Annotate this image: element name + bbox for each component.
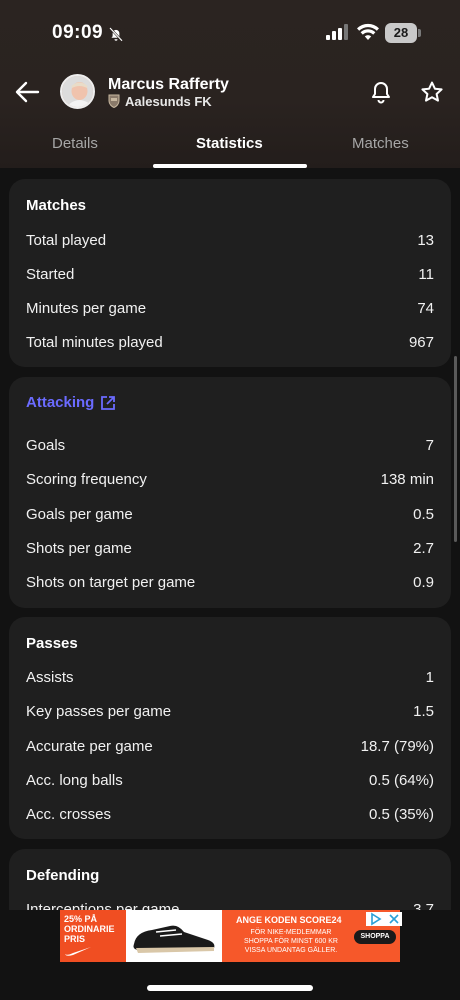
stat-label: Assists	[26, 669, 74, 686]
stat-row: Accurate per game 18.7 (79%)	[26, 738, 434, 758]
club-name: Aalesunds FK	[125, 93, 212, 109]
player-name: Marcus Rafferty	[108, 76, 229, 93]
stat-value: 13	[417, 232, 434, 249]
notification-bell-icon[interactable]	[370, 80, 392, 104]
stat-value: 1.5	[413, 703, 434, 720]
stat-value: 0.5	[413, 506, 434, 523]
stat-value: 0.5 (35%)	[368, 806, 434, 823]
stat-value: 2.7	[413, 540, 434, 557]
stat-row: Started 11	[26, 266, 434, 286]
ad-headline: ANGE KODEN SCORE24	[236, 915, 342, 925]
profile-tabs: Details Statistics Matches	[0, 126, 460, 168]
ad-choices-icon	[371, 912, 399, 926]
active-tab-indicator	[153, 164, 307, 168]
ad-promo-panel: 25% PÅ ORDINARIE PRIS	[60, 910, 126, 962]
passes-card: Passes Assists 1 Key passes per game 1.5…	[9, 617, 451, 839]
stat-row: Total minutes played 967	[26, 334, 434, 354]
defending-title: Defending	[26, 867, 100, 884]
battery-tip	[418, 29, 421, 37]
stat-label: Total played	[26, 232, 107, 249]
brand-swoosh-icon	[65, 947, 91, 956]
stat-value: 18.7 (79%)	[360, 738, 434, 755]
stat-row: Acc. long balls 0.5 (64%)	[26, 772, 434, 792]
ad-choices[interactable]	[366, 912, 402, 926]
bell-off-icon	[109, 27, 123, 42]
wifi-icon	[357, 23, 379, 40]
stat-label: Goals	[26, 437, 66, 454]
stat-value: 1	[425, 669, 434, 686]
stat-label: Started	[26, 266, 75, 283]
attacking-title: Attacking	[26, 394, 95, 411]
stat-row: Assists 1	[26, 669, 434, 689]
stat-label: Acc. crosses	[26, 806, 112, 823]
stat-label: Minutes per game	[26, 300, 147, 317]
player-header: 09:09 28 Marcus Rafferty Aalesunds FK De…	[0, 0, 460, 168]
stat-row: Shots per game 2.7	[26, 540, 434, 560]
cellular-signal-icon	[326, 24, 348, 40]
home-indicator[interactable]	[147, 985, 313, 991]
club-crest-icon	[108, 94, 120, 108]
stat-label: Shots on target per game	[26, 574, 196, 591]
stat-value: 11	[418, 266, 434, 283]
back-arrow-icon[interactable]	[14, 78, 42, 106]
stat-row: Total played 13	[26, 232, 434, 252]
tab-matches[interactable]: Matches	[352, 135, 409, 152]
stat-label: Goals per game	[26, 506, 133, 523]
stat-label: Shots per game	[26, 540, 132, 557]
stat-label: Accurate per game	[26, 738, 153, 755]
scrollbar-thumb[interactable]	[454, 356, 457, 542]
ad-shop-button[interactable]: SHOPPA	[354, 930, 396, 944]
ad-banner[interactable]: 25% PÅ ORDINARIE PRIS ANGE KODEN SCORE24…	[60, 910, 400, 962]
passes-title: Passes	[26, 635, 78, 652]
status-time: 09:09	[52, 22, 104, 43]
external-link-icon	[101, 395, 116, 410]
stat-label: Scoring frequency	[26, 471, 147, 488]
stat-value: 0.9	[413, 574, 434, 591]
stat-label: Acc. long balls	[26, 772, 123, 789]
tab-statistics[interactable]: Statistics	[196, 135, 263, 152]
stat-row: Goals per game 0.5	[26, 506, 434, 526]
attacking-title-link[interactable]: Attacking	[26, 394, 116, 411]
ad-product-image	[126, 910, 222, 962]
attacking-card: Attacking Goals 7 Scoring frequency 138 …	[9, 377, 451, 608]
stat-row: Minutes per game 74	[26, 300, 434, 320]
stat-value: 0.5 (64%)	[368, 772, 434, 789]
player-photo-icon	[62, 76, 93, 107]
stat-label: Key passes per game	[26, 703, 172, 720]
shoe-icon	[133, 925, 215, 953]
stat-label: Total minutes played	[26, 334, 163, 351]
ad-body-text: FÖR NIKE-MEDLEMMAR SHOPPA FÖR MINST 600 …	[244, 929, 338, 954]
matches-title: Matches	[26, 197, 87, 214]
stat-value: 74	[417, 300, 434, 317]
stat-value: 138 min	[380, 471, 434, 488]
stat-value: 967	[408, 334, 434, 351]
club-row: Aalesunds FK	[108, 93, 212, 109]
stat-row: Goals 7	[26, 437, 434, 457]
stat-row: Acc. crosses 0.5 (35%)	[26, 806, 434, 826]
status-bar: 09:09 28	[0, 0, 460, 66]
ad-promo-text: 25% PÅ ORDINARIE PRIS	[64, 914, 115, 944]
stat-row: Key passes per game 1.5	[26, 703, 434, 723]
player-avatar	[60, 74, 95, 109]
stat-row: Scoring frequency 138 min	[26, 471, 434, 491]
stat-value: 7	[425, 437, 434, 454]
matches-card: Matches Total played 13 Started 11 Minut…	[9, 179, 451, 367]
favorite-star-icon[interactable]	[420, 80, 444, 104]
battery-indicator: 28	[385, 23, 417, 43]
stat-row: Shots on target per game 0.9	[26, 574, 434, 594]
tab-details[interactable]: Details	[52, 135, 98, 152]
